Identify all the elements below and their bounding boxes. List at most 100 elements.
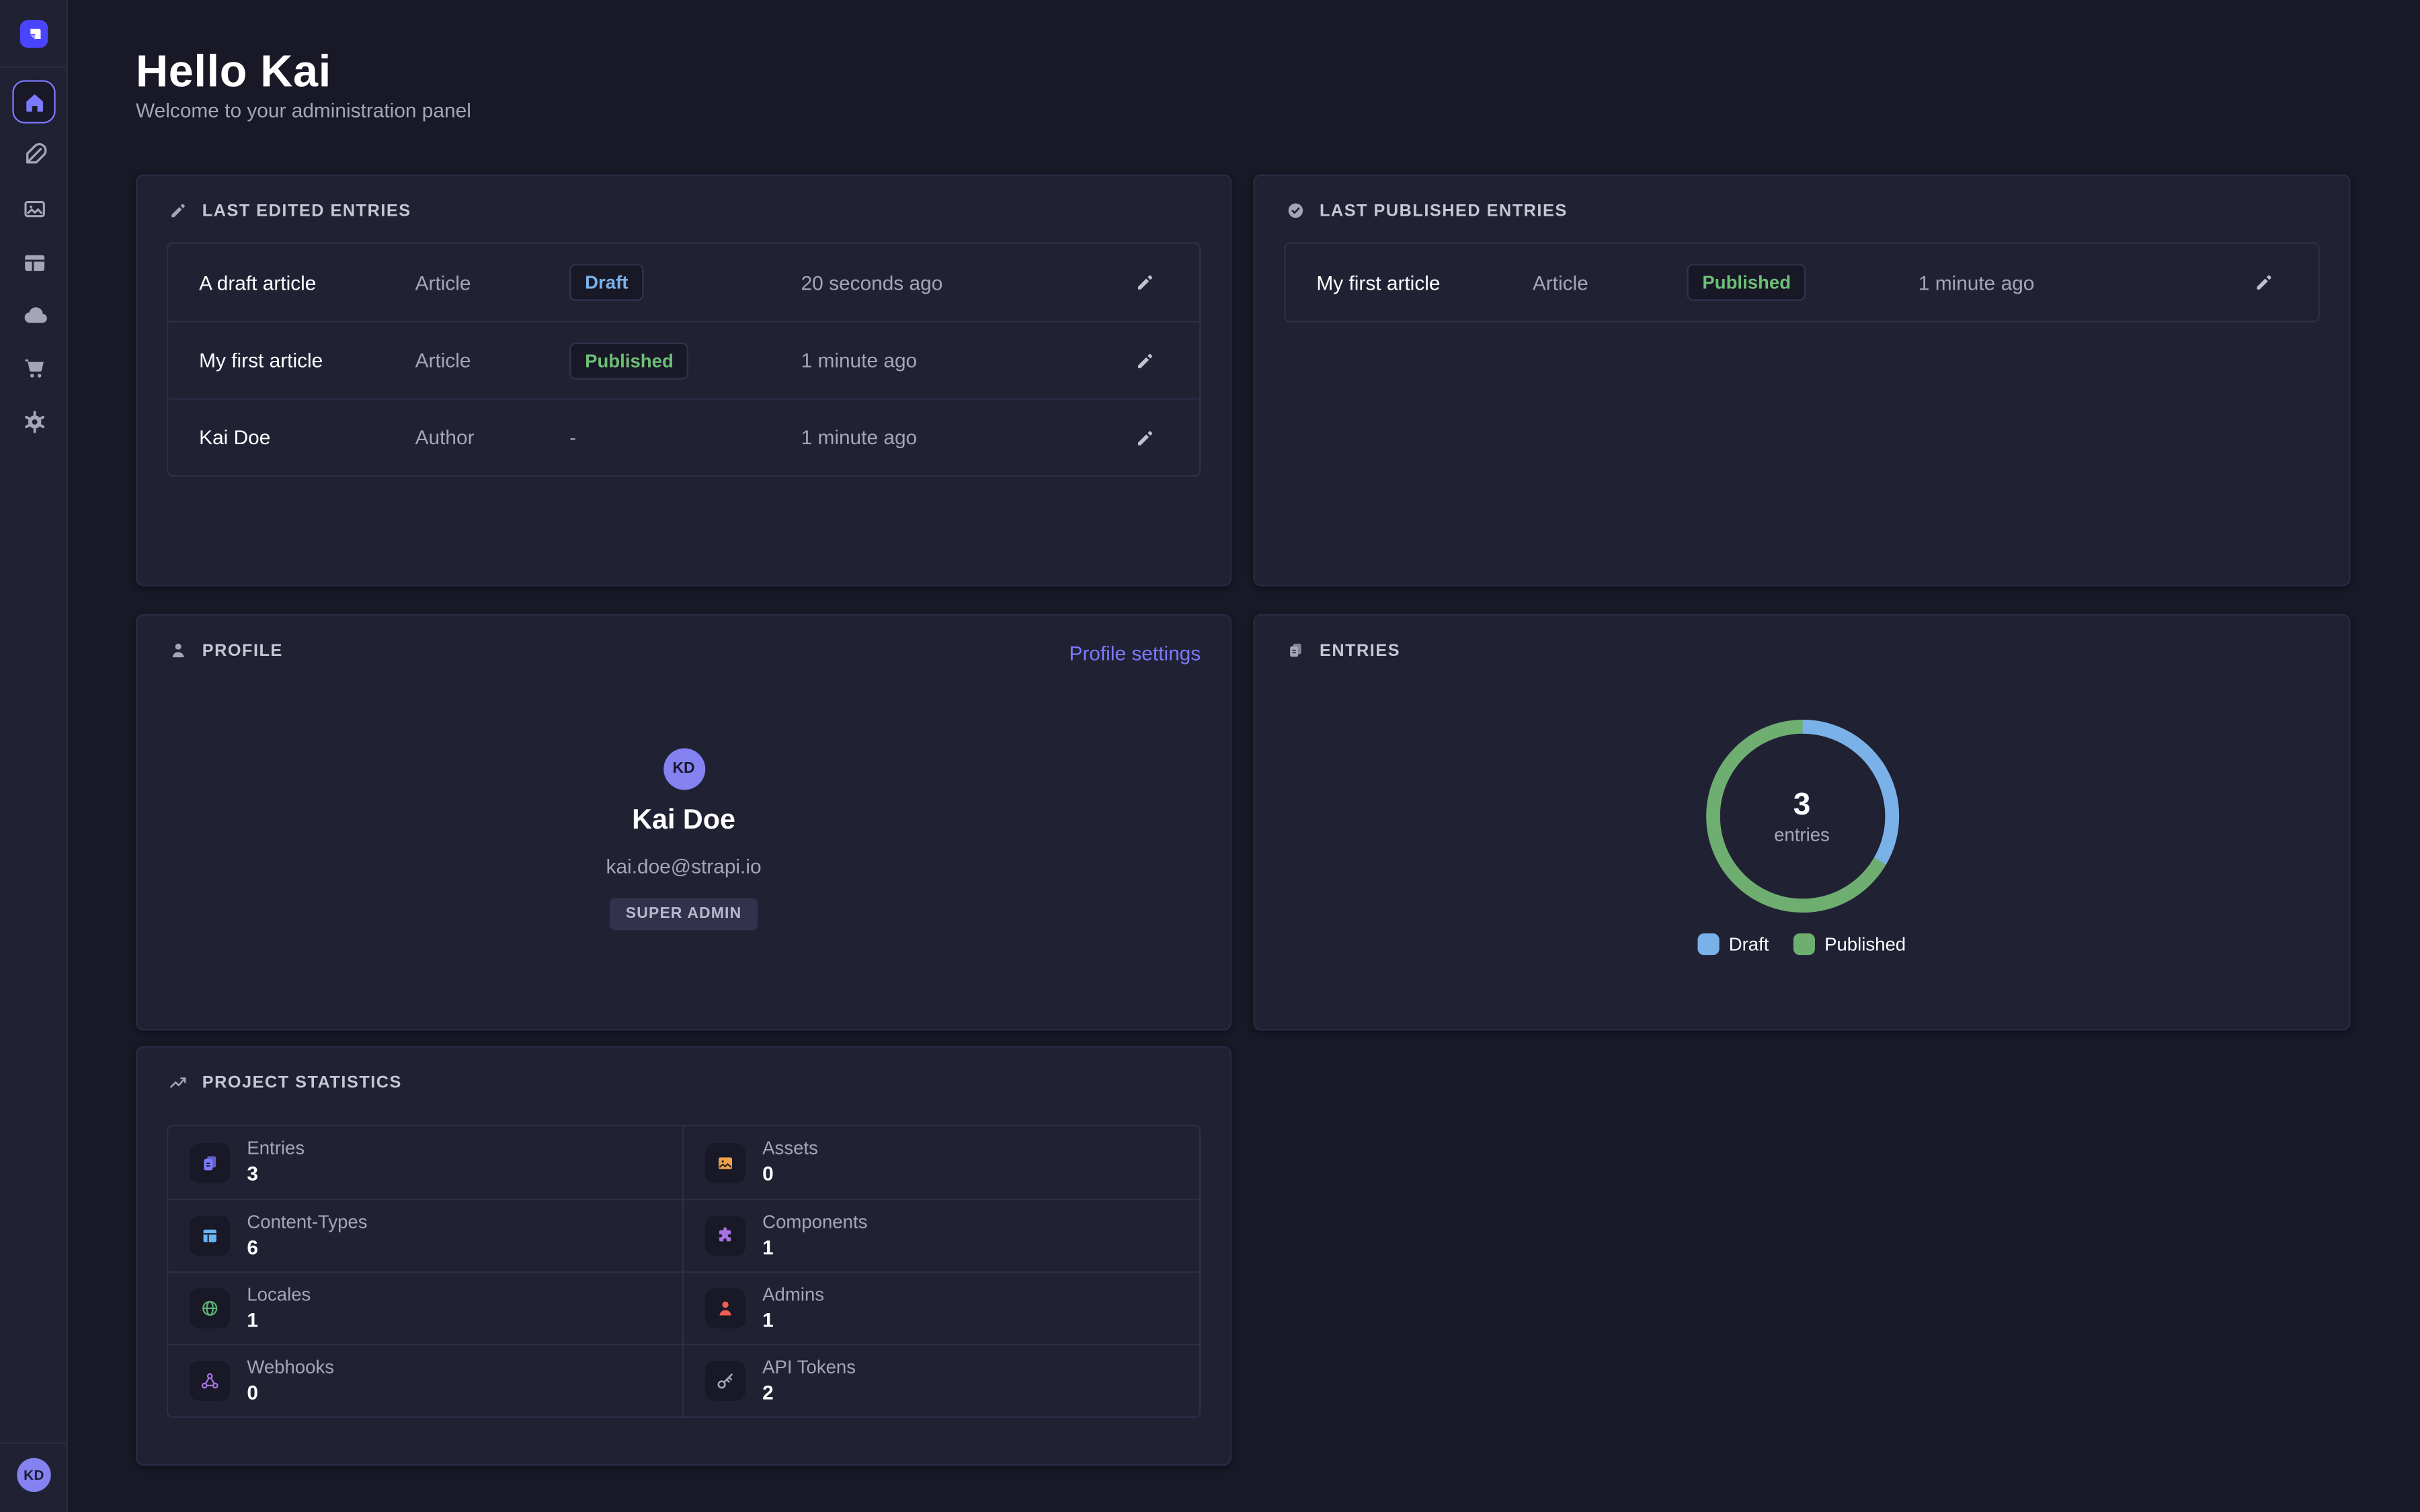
stat-label: Content-Types [247,1212,367,1234]
edit-entry-button[interactable] [1122,268,1168,296]
legend-label: Draft [1729,933,1769,955]
last-published-table: My first article Article Published 1 min… [1284,242,2320,322]
stat-value: 1 [247,1308,311,1332]
stat-admins: Admins1 [684,1271,1199,1344]
profile-name: Kai Doe [632,804,735,836]
entry-kind: Article [415,271,570,294]
page-title: Hello Kai [136,48,331,99]
card-title: PROJECT STATISTICS [202,1073,402,1092]
layout-icon [21,249,47,276]
chart-legend: Draft Published [1255,933,2349,955]
stat-locales: Locales1 [168,1271,684,1344]
legend-item-draft: Draft [1698,933,1769,955]
entries-donut-chart: 3 entries [1694,708,1910,924]
stat-api-tokens: API Tokens2 [684,1344,1199,1417]
sidebar-item-deploy[interactable] [20,301,48,329]
sidebar-item-media-library[interactable] [20,194,48,222]
stat-label: Components [762,1212,867,1234]
stat-label: API Tokens [762,1357,856,1379]
sidebar-divider-bottom [0,1443,67,1444]
profile-card: PROFILE Profile settings KD Kai Doe kai.… [136,614,1232,1031]
last-edited-table: A draft article Article Draft 20 seconds… [167,242,1201,476]
status-empty: - [569,426,801,449]
entry-time: 1 minute ago [1919,271,2241,294]
cart-icon [21,354,47,380]
pencil-icon [1134,271,1156,293]
admin-user-icon [705,1288,745,1329]
legend-item-published: Published [1793,933,1906,955]
webhook-icon [190,1361,230,1401]
stat-value: 3 [247,1162,305,1186]
project-statistics-card: PROJECT STATISTICS Entries3 Assets0 Cont… [136,1046,1232,1466]
sidebar-divider-top [0,67,67,68]
strapi-logo-icon[interactable] [20,20,48,48]
last-edited-entries-card: LAST EDITED ENTRIES A draft article Arti… [136,174,1232,586]
stat-entries: Entries3 [168,1126,684,1199]
pencil-icon [168,200,188,220]
stat-value: 1 [762,1308,824,1332]
entry-time: 20 seconds ago [801,271,1123,294]
table-row[interactable]: Kai Doe Author - 1 minute ago [168,398,1199,475]
page-subtitle: Welcome to your administration panel [136,99,471,122]
status-badge: Draft [569,264,643,301]
stat-components: Components1 [684,1199,1199,1271]
sidebar-item-marketplace[interactable] [20,353,48,381]
entries-units: entries [1774,825,1830,843]
stat-label: Webhooks [247,1357,334,1379]
profile-header: PROFILE [168,640,283,661]
puzzle-icon [705,1216,745,1256]
documents-icon [190,1142,230,1183]
trend-up-icon [168,1073,188,1093]
entry-time: 1 minute ago [801,349,1123,372]
pencil-icon [1134,427,1156,448]
picture-icon [705,1142,745,1183]
entry-name: My first article [1316,271,1532,294]
strapi-admin-dashboard: KD Hello Kai Welcome to your administrat… [0,0,2420,1512]
stat-assets: Assets0 [684,1126,1199,1199]
edit-entry-button[interactable] [1122,346,1168,374]
profile-body: KD Kai Doe kai.doe@strapi.io SUPER ADMIN [137,749,1229,931]
sidebar-item-content-type-builder[interactable] [20,249,48,276]
edit-entry-button[interactable] [1122,423,1168,451]
last-edited-header: LAST EDITED ENTRIES [168,200,411,220]
stat-value: 6 [247,1235,367,1259]
edit-entry-button[interactable] [2241,268,2288,296]
role-badge: SUPER ADMIN [610,898,757,930]
feather-icon [21,141,47,167]
user-icon [168,640,188,661]
legend-label: Published [1824,933,1906,955]
entries-chart-card: ENTRIES 3 entries Draft Published [1253,614,2350,1031]
stat-content-types: Content-Types6 [168,1199,684,1271]
draft-color-chip [1698,933,1720,955]
sidebar: KD [0,0,68,1512]
card-title: ENTRIES [1320,641,1400,660]
entry-name: A draft article [199,271,415,294]
stat-webhooks: Webhooks0 [168,1344,684,1417]
profile-settings-link[interactable]: Profile settings [1069,642,1201,665]
avatar: KD [663,749,704,790]
images-icon [21,195,47,221]
profile-email: kai.doe@strapi.io [606,855,762,878]
sidebar-item-home[interactable] [12,80,55,123]
sidebar-item-settings[interactable] [20,407,48,435]
check-circle-icon [1285,200,1305,220]
sidebar-user-avatar[interactable]: KD [17,1458,51,1493]
card-title: LAST EDITED ENTRIES [202,202,411,220]
stat-label: Admins [762,1285,824,1306]
donut-center-label: 3 entries [1694,708,1910,924]
table-row[interactable]: My first article Article Published 1 min… [1285,244,2318,321]
table-row[interactable]: A draft article Article Draft 20 seconds… [168,244,1199,321]
stat-label: Locales [247,1285,311,1306]
entry-kind: Article [1533,271,1687,294]
entry-kind: Article [415,349,570,372]
status-badge: Published [569,342,689,379]
stat-label: Entries [247,1139,305,1161]
stat-value: 1 [762,1235,867,1259]
entry-name: My first article [199,349,415,372]
sidebar-item-content-manager[interactable] [20,140,48,168]
entry-name: Kai Doe [199,426,415,449]
entry-time: 1 minute ago [801,426,1123,449]
card-title: PROFILE [202,641,283,660]
stat-value: 0 [247,1380,334,1404]
table-row[interactable]: My first article Article Published 1 min… [168,321,1199,398]
